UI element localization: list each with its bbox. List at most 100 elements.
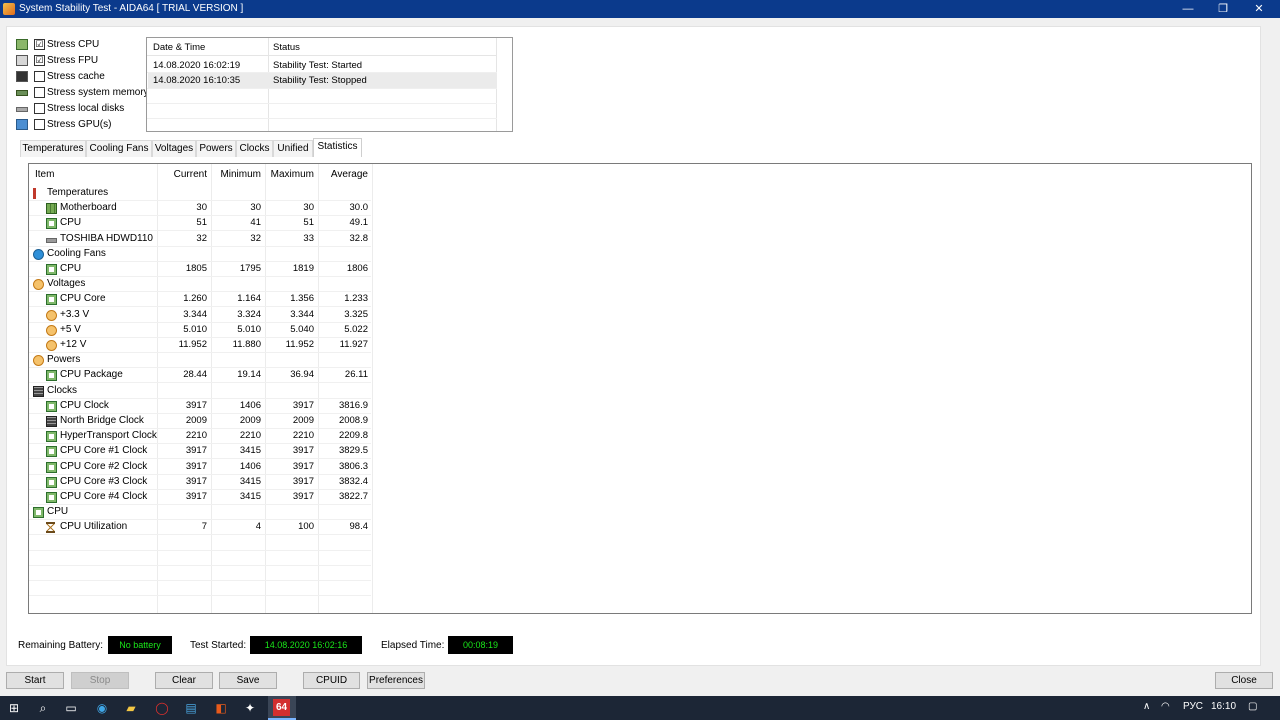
- tab-statistics[interactable]: Statistics: [313, 138, 362, 157]
- current-value[interactable]: 28.44: [157, 369, 207, 380]
- column-header-average[interactable]: Average: [318, 169, 368, 180]
- item-label[interactable]: HyperTransport Clock: [60, 430, 157, 441]
- tab-voltages[interactable]: Voltages: [152, 140, 196, 157]
- tab-cooling-fans[interactable]: Cooling Fans: [86, 140, 152, 157]
- minimum-value[interactable]: 19.14: [211, 369, 261, 380]
- minimum-value[interactable]: 1406: [211, 461, 261, 472]
- close-button[interactable]: Close: [1215, 672, 1273, 689]
- column-header-current[interactable]: Current: [157, 169, 207, 180]
- column-header-maximum[interactable]: Maximum: [265, 169, 314, 180]
- minimum-value[interactable]: 3.324: [211, 309, 261, 320]
- item-label[interactable]: CPU Utilization: [60, 521, 127, 532]
- notifications-icon[interactable]: ▢: [1248, 701, 1257, 712]
- current-value[interactable]: 32: [157, 233, 207, 244]
- average-value[interactable]: 98.4: [318, 521, 369, 532]
- current-value[interactable]: 3917: [157, 400, 207, 411]
- average-value[interactable]: 1806: [318, 263, 368, 274]
- maximum-value[interactable]: 1819: [265, 263, 314, 274]
- column-header-item[interactable]: Item: [35, 169, 54, 180]
- preferences-button[interactable]: Preferences: [367, 672, 425, 689]
- item-label[interactable]: +12 V: [60, 339, 86, 350]
- maximum-value[interactable]: 3917: [265, 445, 314, 456]
- save-button[interactable]: Save: [219, 672, 277, 689]
- item-label[interactable]: CPU Core: [60, 293, 106, 304]
- network-icon[interactable]: ◠: [1161, 701, 1170, 712]
- average-value[interactable]: 3822.7: [318, 491, 368, 502]
- tray-chevron-icon[interactable]: ∧: [1143, 701, 1150, 712]
- maximum-value[interactable]: 30: [265, 202, 314, 213]
- maximum-value[interactable]: 2210: [265, 430, 314, 441]
- current-value[interactable]: 3917: [157, 476, 207, 487]
- item-label[interactable]: CPU Core #2 Clock: [60, 461, 147, 472]
- average-value[interactable]: 3.325: [318, 309, 368, 320]
- current-value[interactable]: 2210: [157, 430, 207, 441]
- edge-browser-icon[interactable]: ◉: [93, 699, 111, 717]
- aida64-taskbar-icon[interactable]: 64: [273, 699, 290, 716]
- group-label[interactable]: Temperatures: [47, 187, 108, 198]
- item-label[interactable]: North Bridge Clock: [60, 415, 144, 426]
- log-header-datetime[interactable]: Date & Time: [153, 42, 205, 53]
- log-row-time[interactable]: 14.08.2020 16:02:19: [153, 60, 240, 71]
- maximum-value[interactable]: 3917: [265, 491, 314, 502]
- average-value[interactable]: 2209.8: [318, 430, 368, 441]
- stop-button[interactable]: Stop: [71, 672, 129, 689]
- start-button[interactable]: Start: [6, 672, 64, 689]
- minimum-value[interactable]: 32: [211, 233, 261, 244]
- current-value[interactable]: 1805: [157, 263, 207, 274]
- minimum-value[interactable]: 30: [211, 202, 261, 213]
- item-label[interactable]: CPU Clock: [60, 400, 109, 411]
- maximum-value[interactable]: 2009: [265, 415, 314, 426]
- close-window-button[interactable]: ✕: [1242, 0, 1276, 18]
- item-label[interactable]: +5 V: [60, 324, 81, 335]
- group-label[interactable]: Voltages: [47, 278, 85, 289]
- settings-app-icon[interactable]: ✦: [241, 699, 259, 717]
- taskbar-clock[interactable]: 16:10: [1211, 701, 1236, 712]
- item-label[interactable]: Motherboard: [60, 202, 117, 213]
- start-menu-icon[interactable]: ⊞: [5, 699, 23, 717]
- event-log-table[interactable]: Date & Time Status 14.08.2020 16:02:19 S…: [146, 37, 513, 132]
- current-value[interactable]: 5.010: [157, 324, 207, 335]
- current-value[interactable]: 30: [157, 202, 207, 213]
- current-value[interactable]: 1.260: [157, 293, 207, 304]
- average-value[interactable]: 5.022: [318, 324, 368, 335]
- item-label[interactable]: TOSHIBA HDWD110: [60, 233, 153, 244]
- item-label[interactable]: CPU: [60, 263, 81, 274]
- item-label[interactable]: CPU Core #1 Clock: [60, 445, 147, 456]
- stress-gpu-checkbox[interactable]: [34, 119, 45, 130]
- current-value[interactable]: 51: [157, 217, 207, 228]
- item-label[interactable]: CPU Package: [60, 369, 123, 380]
- item-label[interactable]: CPU: [60, 217, 81, 228]
- average-value[interactable]: 32.8: [318, 233, 369, 244]
- group-label[interactable]: Powers: [47, 354, 80, 365]
- log-row-status[interactable]: Stability Test: Stopped: [273, 75, 367, 86]
- minimum-value[interactable]: 2009: [211, 415, 261, 426]
- minimum-value[interactable]: 41: [211, 217, 261, 228]
- minimize-button[interactable]: —: [1171, 0, 1205, 18]
- clear-button[interactable]: Clear: [155, 672, 213, 689]
- maximum-value[interactable]: 33: [265, 233, 314, 244]
- group-label[interactable]: CPU: [47, 506, 68, 517]
- tab-powers[interactable]: Powers: [196, 140, 236, 157]
- current-value[interactable]: 3917: [157, 445, 207, 456]
- stress-memory-checkbox[interactable]: [34, 87, 45, 98]
- minimum-value[interactable]: 3415: [211, 491, 261, 502]
- current-value[interactable]: 11.952: [157, 339, 207, 350]
- item-label[interactable]: CPU Core #4 Clock: [60, 491, 147, 502]
- minimum-value[interactable]: 1795: [211, 263, 261, 274]
- minimum-value[interactable]: 2210: [211, 430, 261, 441]
- average-value[interactable]: 1.233: [318, 293, 368, 304]
- tab-temperatures[interactable]: Temperatures: [20, 140, 86, 157]
- maximum-value[interactable]: 3917: [265, 461, 314, 472]
- average-value[interactable]: 3806.3: [318, 461, 368, 472]
- average-value[interactable]: 3829.5: [318, 445, 368, 456]
- maximum-value[interactable]: 3.344: [265, 309, 314, 320]
- maximum-value[interactable]: 3917: [265, 400, 314, 411]
- item-label[interactable]: CPU Core #3 Clock: [60, 476, 147, 487]
- minimum-value[interactable]: 3415: [211, 476, 261, 487]
- group-label[interactable]: Cooling Fans: [47, 248, 106, 259]
- maximum-value[interactable]: 51: [265, 217, 314, 228]
- current-value[interactable]: 7: [157, 521, 207, 532]
- opera-browser-icon[interactable]: ◯: [153, 699, 171, 717]
- average-value[interactable]: 11.927: [318, 339, 368, 350]
- maximum-value[interactable]: 36.94: [265, 369, 314, 380]
